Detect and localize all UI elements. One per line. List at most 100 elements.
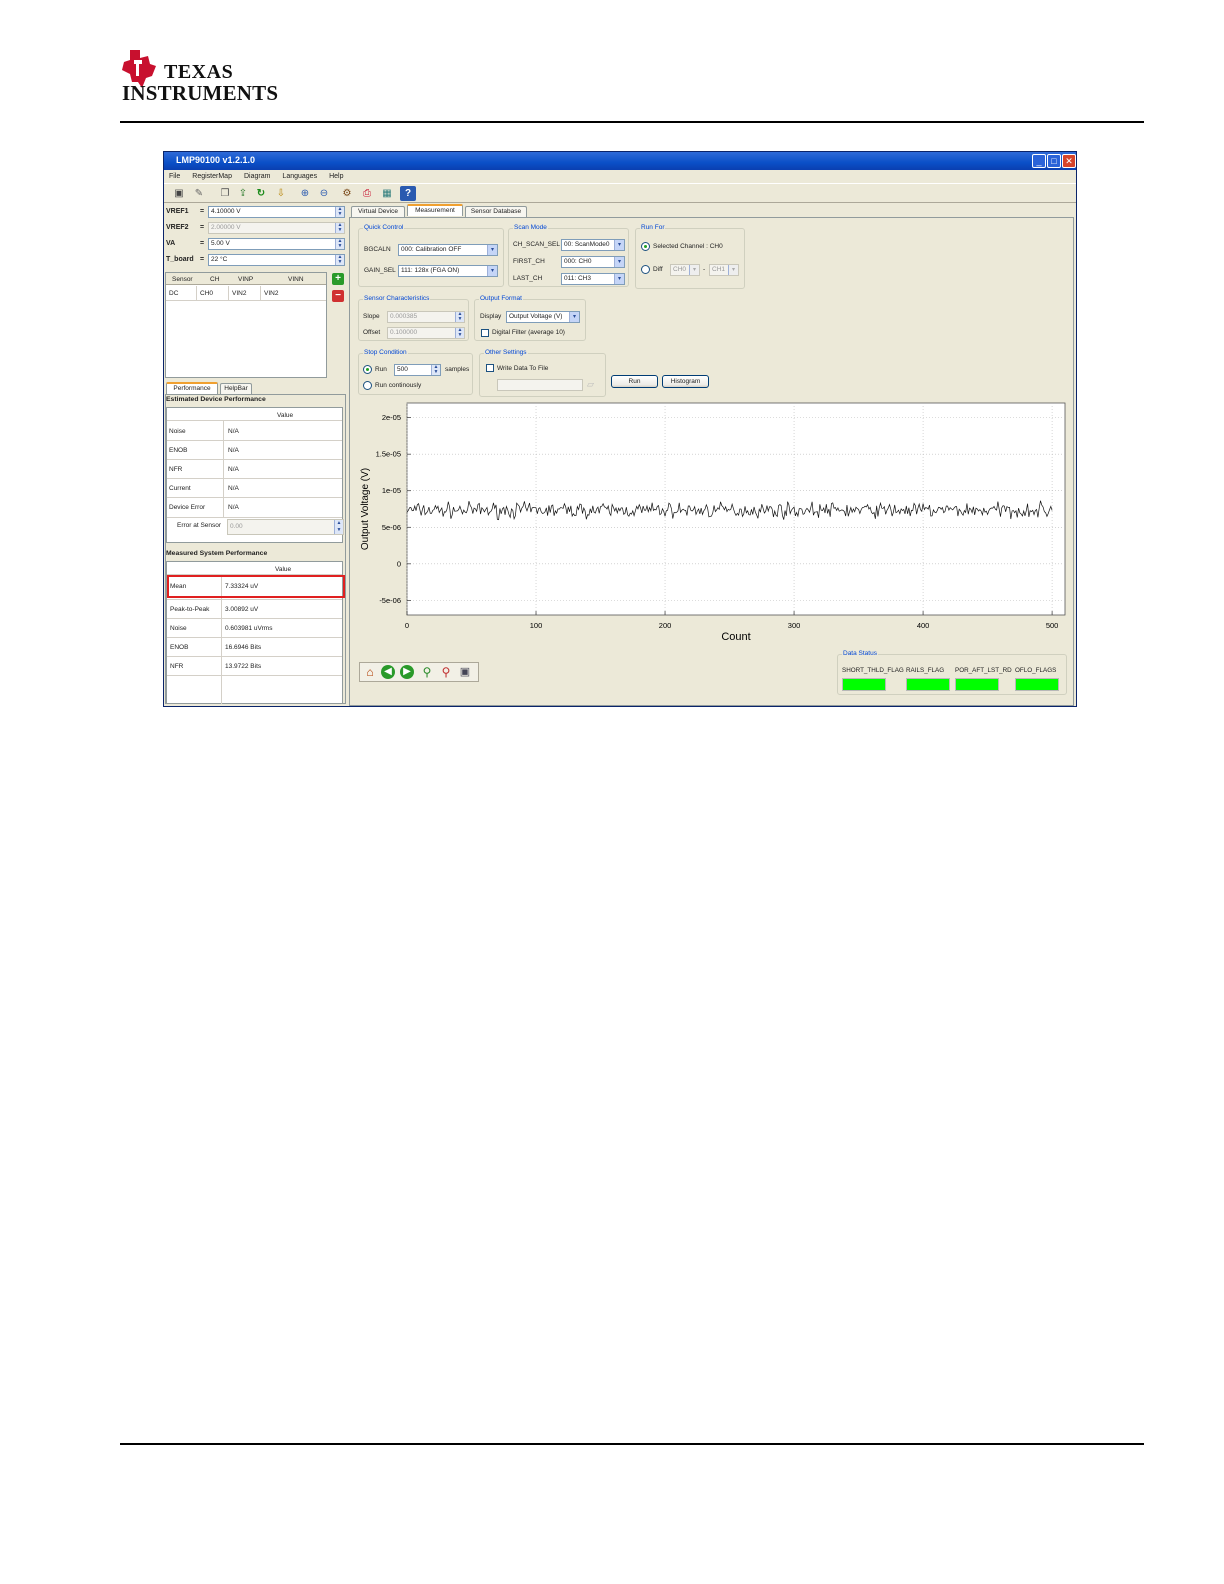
output-voltage-chart[interactable]: 0 100 200 300 400 500 2e-05 1.5e-05 1e-05 5e-06 0 -… <box>352 399 1070 641</box>
digital-filter-checkbox[interactable] <box>481 329 489 337</box>
tboard-value: 22 °C <box>211 256 228 263</box>
por-flag-indicator <box>955 678 999 691</box>
bgcaln-label: BGCALN <box>364 246 391 253</box>
offset-field[interactable]: 0.100000 ▲ ▼ <box>387 327 465 339</box>
zoom-icon[interactable]: ⚲ <box>438 665 454 680</box>
diff-b-select[interactable]: CH1 ▾ <box>709 264 739 276</box>
est-label: ENOB <box>169 447 188 454</box>
est-value: N/A <box>228 466 239 473</box>
download-icon[interactable]: ⇩ <box>273 186 289 201</box>
remove-sensor-button[interactable]: − <box>332 290 344 302</box>
tab-virtual-device[interactable]: Virtual Device <box>351 206 405 217</box>
menu-diagram[interactable]: Diagram <box>244 171 270 183</box>
write-file-checkbox[interactable] <box>486 364 494 372</box>
gain-select[interactable]: 111: 128x (FGA ON) ▾ <box>398 265 498 277</box>
title-bar[interactable]: LMP90100 v1.2.1.0 _ □ ✕ <box>164 152 1076 170</box>
other-settings-group: Other Settings Write Data To File ▱ <box>479 349 606 397</box>
refresh-icon[interactable]: ↻ <box>253 186 269 201</box>
pan-icon[interactable]: ⚲ <box>419 665 435 680</box>
minimize-button[interactable]: _ <box>1032 154 1046 168</box>
maximize-button[interactable]: □ <box>1047 154 1061 168</box>
table-row[interactable]: DC CH0 VIN2 VIN2 <box>166 286 326 301</box>
samples-field[interactable]: 500 ▲ ▼ <box>394 364 441 376</box>
first-ch-label: FIRST_CH <box>513 258 545 265</box>
save-icon[interactable]: ▣ <box>171 186 187 201</box>
menu-languages[interactable]: Languages <box>282 171 317 183</box>
tab-measurement[interactable]: Measurement <box>407 204 463 216</box>
chip-icon[interactable]: ▦ <box>379 186 395 201</box>
measured-performance-table: Value Mean 7.33324 uV Peak-to-Peak 3.008… <box>166 561 345 704</box>
tab-performance[interactable]: Performance <box>166 382 218 394</box>
save-figure-icon[interactable]: ▣ <box>457 665 473 680</box>
first-ch-select[interactable]: 000: CH0 ▾ <box>561 256 625 268</box>
error-spinner[interactable]: ▲ ▼ <box>334 520 343 534</box>
ch-scan-select[interactable]: 00: ScanMode0 ▾ <box>561 239 625 251</box>
help-icon[interactable]: ? <box>400 186 416 201</box>
vref1-field[interactable]: 4.10000 V ▲ ▼ <box>208 206 345 218</box>
menu-file[interactable]: File <box>169 171 180 183</box>
measured-performance-title: Measured System Performance <box>166 550 268 557</box>
error-at-sensor-field[interactable]: 0.00 ▲ ▼ <box>227 519 344 535</box>
scan-mode-title: Scan Mode <box>513 224 548 231</box>
zoom-out-icon[interactable]: ⊖ <box>316 186 332 201</box>
paste-icon[interactable]: ⇪ <box>235 186 251 201</box>
table-row: NFR 13.9722 Bits <box>167 657 342 676</box>
x-tick-label: 500 <box>1046 621 1059 630</box>
logo-line2: Instruments <box>122 81 279 105</box>
zoom-in-icon[interactable]: ⊕ <box>297 186 313 201</box>
vref2-spinner[interactable]: ▲ ▼ <box>335 223 344 233</box>
tab-sensor-database[interactable]: Sensor Database <box>465 206 527 217</box>
estimated-performance-table: Value Noise N/A ENOB N/A NFR N/A Current… <box>166 407 344 543</box>
close-button[interactable]: ✕ <box>1062 154 1076 168</box>
y-tick-label: -5e-06 <box>379 596 401 605</box>
edit-icon[interactable]: ✎ <box>191 186 207 201</box>
folder-icon[interactable]: ▱ <box>587 379 594 390</box>
estimated-performance-title: Estimated Device Performance <box>166 396 266 403</box>
va-field[interactable]: 5.00 V ▲ ▼ <box>208 238 345 250</box>
selected-channel-radio[interactable] <box>641 242 650 251</box>
histogram-button[interactable]: Histogram <box>662 375 709 388</box>
back-icon[interactable]: ◀ <box>381 665 395 679</box>
rails-flag-indicator <box>906 678 950 691</box>
run-button[interactable]: Run <box>611 375 658 388</box>
error-at-sensor-value: 0.00 <box>230 523 243 530</box>
settings-icon[interactable]: ⚙ <box>339 186 355 201</box>
va-spinner[interactable]: ▲ ▼ <box>335 239 344 249</box>
quick-control-group: Quick Control BGCALN 000: Calibration OF… <box>358 224 504 287</box>
copy-icon[interactable]: ❐ <box>217 186 233 201</box>
samples-value: 500 <box>397 366 408 373</box>
tab-helpbar[interactable]: HelpBar <box>220 383 252 394</box>
samples-spinner[interactable]: ▲ ▼ <box>431 365 440 375</box>
run-samples-radio[interactable] <box>363 365 372 374</box>
file-path-field[interactable] <box>497 379 583 391</box>
header-rule <box>120 121 1144 123</box>
tboard-spinner[interactable]: ▲ ▼ <box>335 255 344 265</box>
slope-field[interactable]: 0.000385 ▲ ▼ <box>387 311 465 323</box>
home-icon[interactable]: ⌂ <box>362 665 378 680</box>
pdf-icon[interactable]: ⎙ <box>359 186 375 201</box>
meas-value: 0.603981 uVrms <box>225 625 273 632</box>
run-continuous-radio[interactable] <box>363 381 372 390</box>
forward-icon[interactable]: ▶ <box>400 665 414 679</box>
bgcaln-select[interactable]: 000: Calibration OFF ▾ <box>398 244 498 256</box>
col-vinp: VINP <box>238 276 254 283</box>
display-select[interactable]: Output Voltage (V) ▾ <box>506 311 580 323</box>
last-ch-select[interactable]: 011: CH3 ▾ <box>561 273 625 285</box>
vref1-spinner[interactable]: ▲ ▼ <box>335 207 344 217</box>
add-sensor-button[interactable]: + <box>332 273 344 285</box>
x-tick-label: 100 <box>530 621 543 630</box>
run-for-group: Run For Selected Channel : CH0 Diff CH0 ▾… <box>635 224 745 289</box>
tboard-field[interactable]: 22 °C ▲ ▼ <box>208 254 345 266</box>
table-divider <box>228 286 229 301</box>
vref2-field[interactable]: 2.00000 V ▲ ▼ <box>208 222 345 234</box>
menu-help[interactable]: Help <box>329 171 343 183</box>
table-divider <box>260 286 261 301</box>
diff-radio[interactable] <box>641 265 650 274</box>
table-row: ENOB N/A <box>167 441 342 460</box>
offset-spinner[interactable]: ▲ ▼ <box>455 328 464 338</box>
diff-a-select[interactable]: CH0 ▾ <box>670 264 700 276</box>
slope-spinner[interactable]: ▲ ▼ <box>455 312 464 322</box>
est-label: Current <box>169 485 191 492</box>
menu-registermap[interactable]: RegisterMap <box>192 171 232 183</box>
chevron-down-icon: ▾ <box>487 245 497 255</box>
